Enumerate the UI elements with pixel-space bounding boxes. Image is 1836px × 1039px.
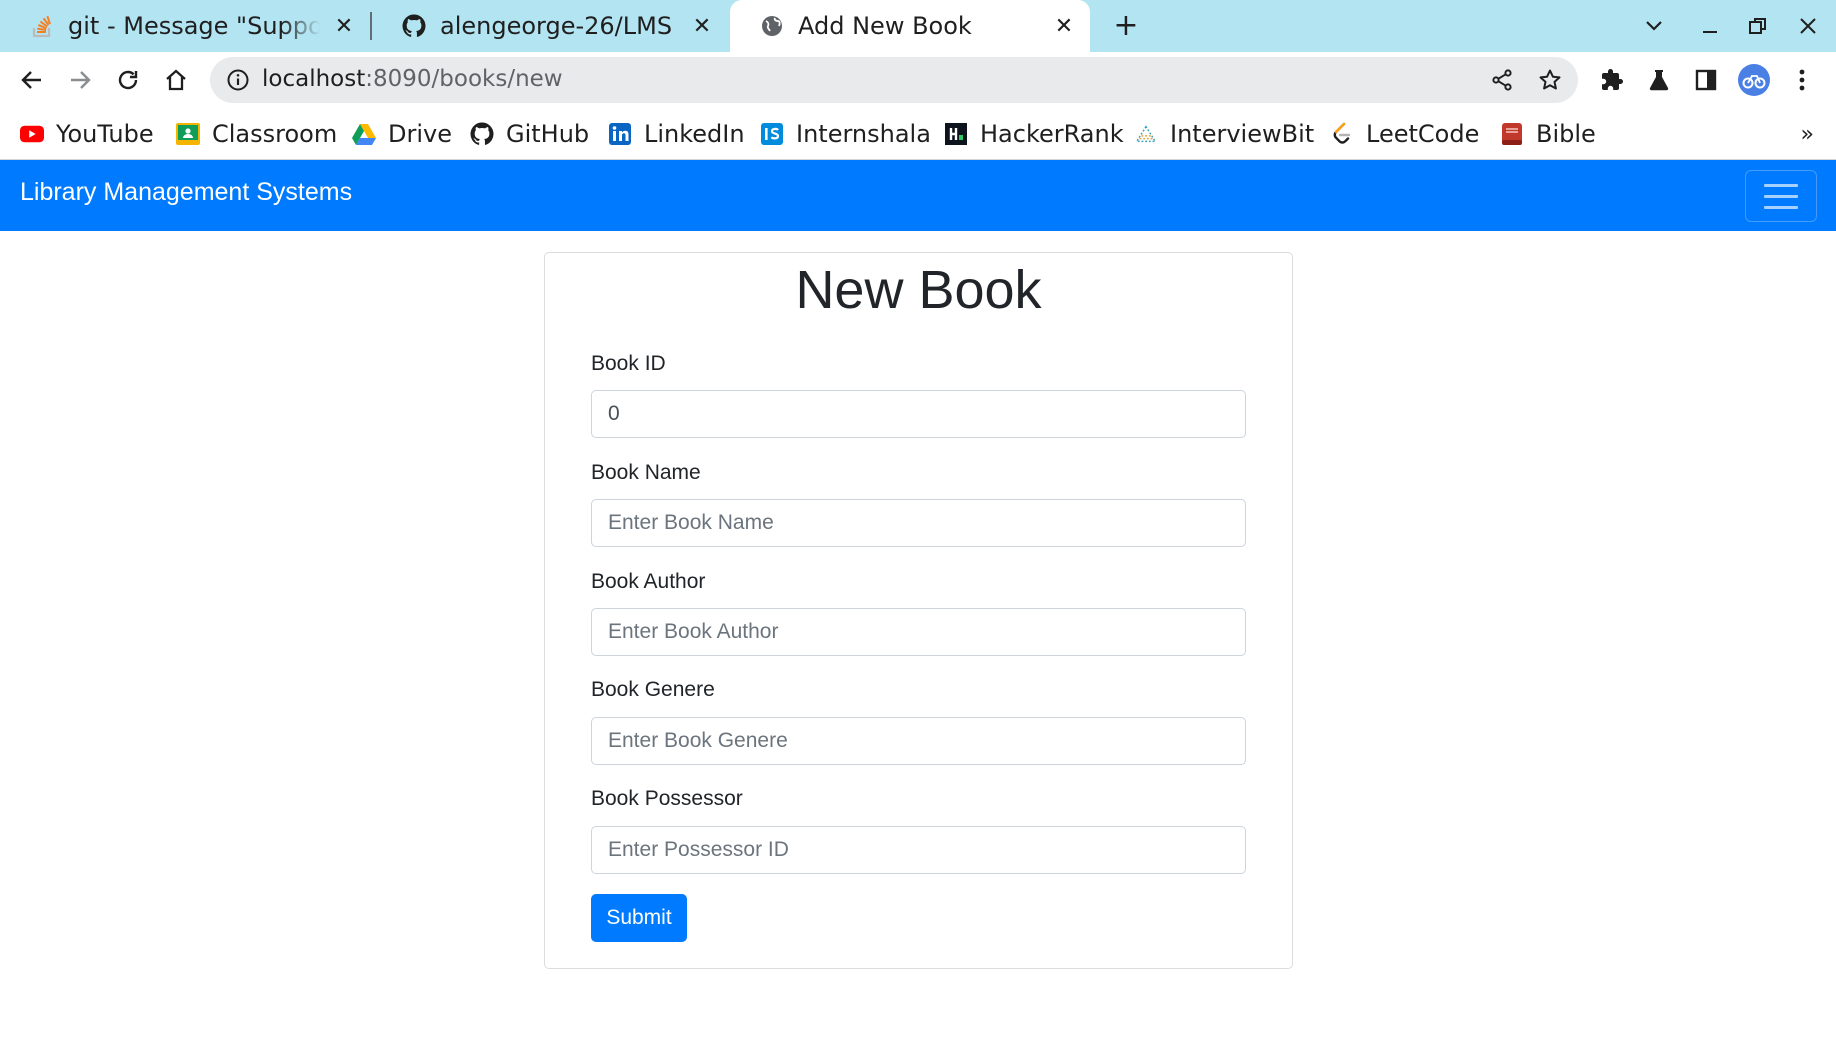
new-tab-button[interactable]: + [1108,8,1144,44]
bookmark-leetcode[interactable]: LeetCode [1330,118,1479,150]
browser-tab-stackoverflow[interactable]: git - Message "Support f ✕ [0,0,370,52]
address-bar[interactable]: localhost:8090/books/new [210,57,1578,103]
labs-flask-icon[interactable] [1641,62,1677,98]
github-icon [402,14,426,38]
navbar-brand[interactable]: Library Management Systems [20,178,352,207]
book-possessor-input[interactable] [591,826,1246,874]
bookmark-star-icon[interactable] [1538,68,1562,92]
browser-tab-active[interactable]: Add New Book ✕ [730,0,1090,52]
stackoverflow-icon [30,14,54,38]
book-id-input[interactable] [591,390,1246,438]
bookmark-label: Internshala [796,120,931,148]
internshala-icon [760,122,784,146]
back-icon[interactable] [14,62,50,98]
classroom-icon [176,122,200,146]
navbar-toggler-button[interactable] [1745,170,1817,222]
github-icon [470,122,494,146]
bookmarks-overflow-button[interactable]: » [1801,122,1814,147]
book-name-input[interactable] [591,499,1246,547]
linkedin-icon [608,122,632,146]
profile-avatar[interactable] [1736,62,1772,98]
tab-search-icon[interactable] [1636,8,1672,44]
youtube-icon [20,122,44,146]
leetcode-icon [1330,122,1354,146]
app-navbar: Library Management Systems [0,160,1836,231]
reload-icon[interactable] [110,62,146,98]
bookmark-label: Drive [388,120,452,148]
url-host: localhost [262,66,366,92]
bookmark-label: LinkedIn [644,120,745,148]
bookmark-bible[interactable]: Bible [1500,118,1596,150]
book-author-label: Book Author [591,570,706,593]
address-url: localhost:8090/books/new [262,66,563,92]
page-title: New Book [795,260,1042,320]
bookmark-classroom[interactable]: Classroom [176,118,337,150]
book-name-label: Book Name [591,461,701,484]
close-icon[interactable]: ✕ [690,14,714,39]
book-genere-label: Book Genere [591,678,715,701]
tab-title: git - Message "Support f [68,12,320,40]
minimize-icon[interactable] [1692,8,1728,44]
share-icon[interactable] [1490,68,1514,92]
hamburger-icon-bar [1764,194,1798,198]
bookmark-hackerrank[interactable]: HackerRank [944,118,1124,150]
bible-icon [1500,122,1524,146]
browser-tab-strip: git - Message "Support f ✕ alengeorge-26… [0,0,1836,52]
book-possessor-label: Book Possessor [591,787,743,810]
tab-title: alengeorge-26/LMS [440,12,673,40]
close-icon[interactable]: ✕ [332,14,356,39]
close-window-icon[interactable] [1790,8,1826,44]
interviewbit-icon [1134,122,1158,146]
hamburger-icon-bar [1764,183,1798,187]
bookmark-label: LeetCode [1366,120,1480,148]
extensions-icon[interactable] [1594,62,1630,98]
url-path: :8090/books/new [365,66,563,92]
side-panel-icon[interactable] [1688,62,1724,98]
bookmark-linkedin[interactable]: LinkedIn [608,118,745,150]
globe-icon [760,14,784,38]
forward-icon[interactable] [62,62,98,98]
restore-icon[interactable] [1740,8,1776,44]
bookmark-interviewbit[interactable]: InterviewBit [1134,118,1314,150]
book-id-label: Book ID [591,352,666,375]
bookmark-label: InterviewBit [1170,120,1315,148]
home-icon[interactable] [158,62,194,98]
site-info-icon[interactable] [226,68,250,92]
bookmark-drive[interactable]: Drive [352,118,452,150]
drive-icon [352,122,376,146]
hamburger-icon-bar [1764,205,1798,209]
bookmark-label: Classroom [212,120,338,148]
bookmark-label: GitHub [506,120,590,148]
browser-tab-github[interactable]: alengeorge-26/LMS ✕ [372,0,728,52]
submit-button[interactable]: Submit [591,894,687,942]
bookmark-internshala[interactable]: Internshala [760,118,931,150]
menu-kebab-icon[interactable] [1784,62,1820,98]
hackerrank-icon [944,122,968,146]
bookmark-label: YouTube [56,120,154,148]
book-author-input[interactable] [591,608,1246,656]
tab-title: Add New Book [798,12,972,40]
bookmark-label: Bible [1536,120,1596,148]
close-icon[interactable]: ✕ [1052,14,1076,39]
browser-toolbar: localhost:8090/books/new [0,52,1836,108]
book-genere-input[interactable] [591,717,1246,765]
bookmark-github[interactable]: GitHub [470,118,589,150]
new-book-card: New Book Book ID Book Name Book Author B… [544,252,1293,969]
bookmark-label: HackerRank [980,120,1124,148]
bookmarks-bar: YouTube Classroom Drive GitHub LinkedIn … [0,108,1836,160]
bookmark-youtube[interactable]: YouTube [20,118,154,150]
